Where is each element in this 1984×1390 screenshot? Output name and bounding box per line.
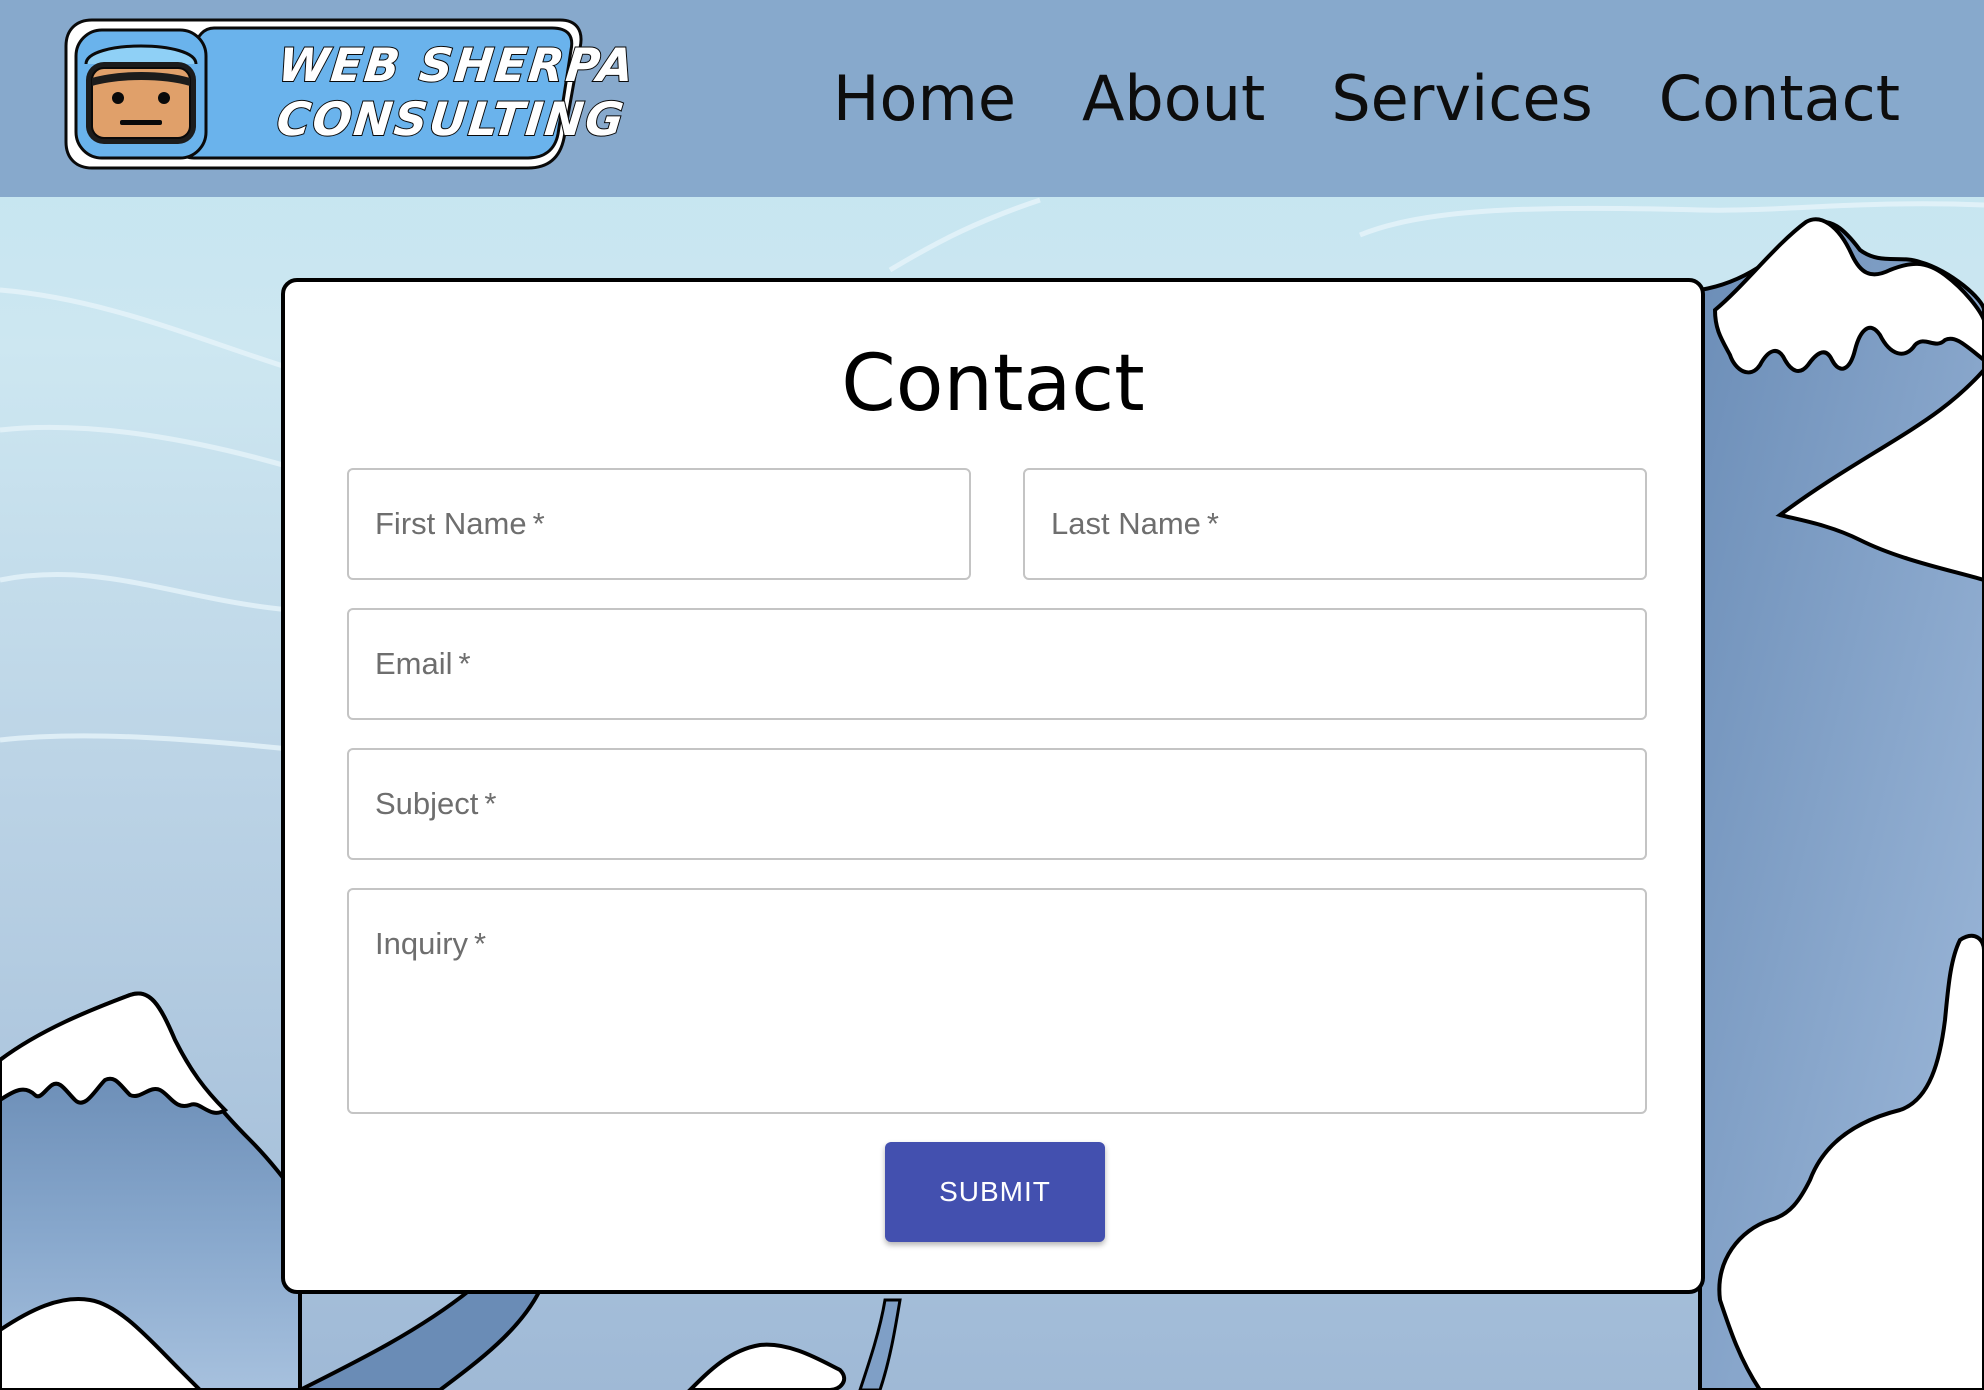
inquiry-placeholder: Inquiry * [375,926,487,961]
last-name-placeholder: Last Name * [1051,506,1219,541]
email-field[interactable]: Email * [347,608,1647,720]
contact-card: Contact First Name * Last Name * Email * Su… [281,278,1705,1294]
last-name-field[interactable]: Last Name * [1023,468,1647,580]
logo[interactable]: WEB SHERPA CONSULTING [64,18,639,172]
contact-title: Contact [841,339,1145,429]
main-nav: Home About Services Contact [833,58,1900,140]
email-placeholder: Email * [375,646,471,681]
submit-button[interactable]: SUBMIT [885,1142,1105,1242]
nav-link-about[interactable]: About [1082,58,1265,140]
subject-field[interactable]: Subject * [347,748,1647,860]
logo-wordmark: WEB SHERPA CONSULTING [268,37,639,147]
first-name-field[interactable]: First Name * [347,468,971,580]
logo-line-2: CONSULTING [273,91,629,147]
subject-placeholder: Subject * [375,786,497,821]
logo-line-1: WEB SHERPA [275,37,639,93]
nav-link-home[interactable]: Home [833,58,1016,140]
site-header: WEB SHERPA CONSULTING Home About Service… [0,0,1984,197]
nav-link-contact[interactable]: Contact [1659,58,1900,140]
page: WEB SHERPA CONSULTING Home About Service… [0,0,1984,1390]
inquiry-textarea[interactable]: Inquiry * [347,888,1647,1114]
nav-link-services[interactable]: Services [1331,58,1592,140]
first-name-placeholder: First Name * [375,506,545,541]
